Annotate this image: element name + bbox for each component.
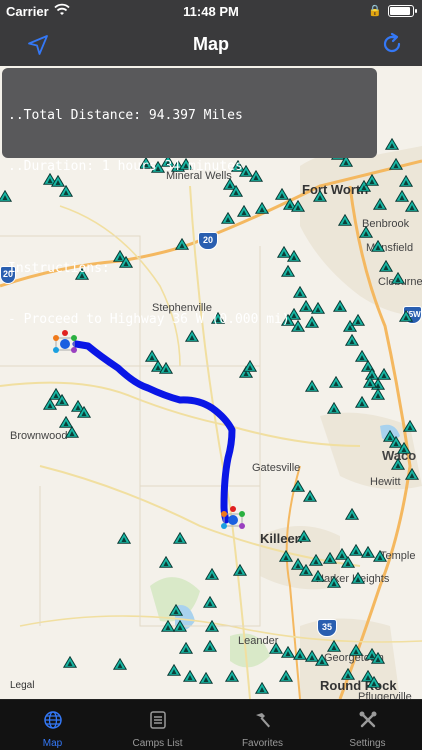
tab-settings[interactable]: Settings bbox=[315, 700, 420, 750]
globe-icon bbox=[43, 711, 62, 729]
battery-icon bbox=[388, 5, 417, 17]
campsite-marker-icon[interactable] bbox=[327, 576, 341, 588]
legal-link[interactable]: Legal bbox=[10, 680, 34, 691]
tab-label: Camps List bbox=[132, 738, 183, 749]
campsite-marker-icon[interactable] bbox=[345, 508, 359, 520]
route-info-panel: ..Total Distance: 94.397 Miles ..Duratio… bbox=[2, 68, 377, 327]
campsite-marker-icon[interactable] bbox=[315, 654, 329, 666]
campsite-marker-icon[interactable] bbox=[363, 376, 377, 388]
campsite-marker-icon[interactable] bbox=[311, 570, 325, 582]
campsite-marker-icon[interactable] bbox=[205, 620, 219, 632]
campsite-marker-icon[interactable] bbox=[327, 640, 341, 652]
campsite-marker-icon[interactable] bbox=[351, 572, 365, 584]
campsite-marker-icon[interactable] bbox=[173, 532, 187, 544]
campsite-marker-icon[interactable] bbox=[373, 550, 387, 562]
campsite-marker-icon[interactable] bbox=[255, 682, 269, 694]
campsite-marker-icon[interactable] bbox=[391, 458, 405, 470]
campsite-marker-icon[interactable] bbox=[113, 658, 127, 670]
city-label: Pflugerville bbox=[358, 691, 412, 699]
campsite-marker-icon[interactable] bbox=[391, 272, 405, 284]
page-title: Map bbox=[193, 34, 229, 54]
campsite-marker-icon[interactable] bbox=[349, 644, 363, 656]
campsite-marker-icon[interactable] bbox=[403, 420, 417, 432]
campsite-marker-icon[interactable] bbox=[371, 652, 385, 664]
campsite-marker-icon[interactable] bbox=[279, 670, 293, 682]
campsite-marker-icon[interactable] bbox=[43, 398, 57, 410]
campsite-marker-icon[interactable] bbox=[63, 656, 77, 668]
hammer-icon bbox=[255, 713, 270, 728]
campsite-marker-icon[interactable] bbox=[243, 360, 257, 372]
campsite-marker-icon[interactable] bbox=[305, 380, 319, 392]
tools-icon bbox=[359, 711, 376, 728]
info-line: Instructions: bbox=[8, 261, 110, 276]
info-line bbox=[8, 209, 371, 226]
campsite-marker-icon[interactable] bbox=[367, 676, 381, 688]
campsite-marker-icon[interactable] bbox=[329, 376, 343, 388]
nav-bar: Map bbox=[0, 24, 422, 66]
campsite-marker-icon[interactable] bbox=[327, 402, 341, 414]
campsite-marker-icon[interactable] bbox=[159, 556, 173, 568]
campsite-marker-icon[interactable] bbox=[371, 388, 385, 400]
info-line: - Proceed to Highway 36 W (0.000 mi) bbox=[8, 312, 290, 327]
campsite-marker-icon[interactable] bbox=[203, 640, 217, 652]
campsite-marker-icon[interactable] bbox=[389, 158, 403, 170]
campsite-marker-icon[interactable] bbox=[399, 175, 413, 187]
list-icon bbox=[149, 711, 166, 729]
campsite-marker-icon[interactable] bbox=[385, 138, 399, 150]
campsite-marker-icon[interactable] bbox=[379, 260, 393, 272]
tab-favorites[interactable]: Favorites bbox=[210, 700, 315, 750]
campsite-marker-icon[interactable] bbox=[309, 554, 323, 566]
campsite-marker-icon[interactable] bbox=[167, 664, 181, 676]
campsite-marker-icon[interactable] bbox=[225, 670, 239, 682]
city-label: Hewitt bbox=[370, 476, 401, 488]
campsite-marker-icon[interactable] bbox=[183, 670, 197, 682]
campsite-marker-icon[interactable] bbox=[233, 564, 247, 576]
campsite-marker-icon[interactable] bbox=[173, 620, 187, 632]
refresh-icon[interactable] bbox=[380, 32, 404, 56]
campsite-marker-icon[interactable] bbox=[203, 596, 217, 608]
end-cluster-marker[interactable] bbox=[218, 506, 248, 532]
campsite-marker-icon[interactable] bbox=[377, 368, 391, 380]
campsite-marker-icon[interactable] bbox=[355, 396, 369, 408]
tab-label: Favorites bbox=[241, 738, 284, 749]
interstate-35-shield: 35 bbox=[317, 619, 337, 637]
city-label: Brownwood bbox=[10, 430, 68, 442]
campsite-marker-icon[interactable] bbox=[303, 490, 317, 502]
campsite-marker-icon[interactable] bbox=[205, 568, 219, 580]
campsite-marker-icon[interactable] bbox=[169, 604, 183, 616]
tab-camps-list[interactable]: Camps List bbox=[105, 700, 210, 750]
status-bar: Carrier 11:48 PM 🔒 bbox=[0, 0, 422, 24]
orientation-lock-icon: 🔒 bbox=[368, 5, 382, 17]
clock: 11:48 PM bbox=[183, 4, 239, 19]
campsite-marker-icon[interactable] bbox=[397, 442, 411, 454]
campsite-marker-icon[interactable] bbox=[65, 426, 79, 438]
info-line: ..Total Distance: 94.397 Miles bbox=[8, 108, 243, 123]
campsite-marker-icon[interactable] bbox=[297, 530, 311, 542]
campsite-marker-icon[interactable] bbox=[371, 240, 385, 252]
campsite-marker-icon[interactable] bbox=[405, 468, 419, 480]
campsite-marker-icon[interactable] bbox=[405, 200, 419, 212]
campsite-marker-icon[interactable] bbox=[199, 672, 213, 684]
tab-label: Map bbox=[42, 738, 63, 749]
info-line: ..Duration: 1 hours 34 minutes bbox=[8, 159, 243, 174]
tab-map[interactable]: Map bbox=[0, 700, 105, 750]
campsite-marker-icon[interactable] bbox=[179, 642, 193, 654]
city-label: Gatesville bbox=[252, 462, 301, 474]
campsite-marker-icon[interactable] bbox=[77, 406, 91, 418]
campsite-marker-icon[interactable] bbox=[159, 362, 173, 374]
campsite-marker-icon[interactable] bbox=[341, 668, 355, 680]
campsite-marker-icon[interactable] bbox=[55, 394, 69, 406]
campsite-marker-icon[interactable] bbox=[341, 556, 355, 568]
campsite-marker-icon[interactable] bbox=[117, 532, 131, 544]
campsite-marker-icon[interactable] bbox=[399, 310, 413, 322]
tab-label: Settings bbox=[349, 738, 386, 749]
campsite-marker-icon[interactable] bbox=[373, 198, 387, 210]
tab-bar: Map Camps List Favorites Settings bbox=[0, 699, 422, 750]
